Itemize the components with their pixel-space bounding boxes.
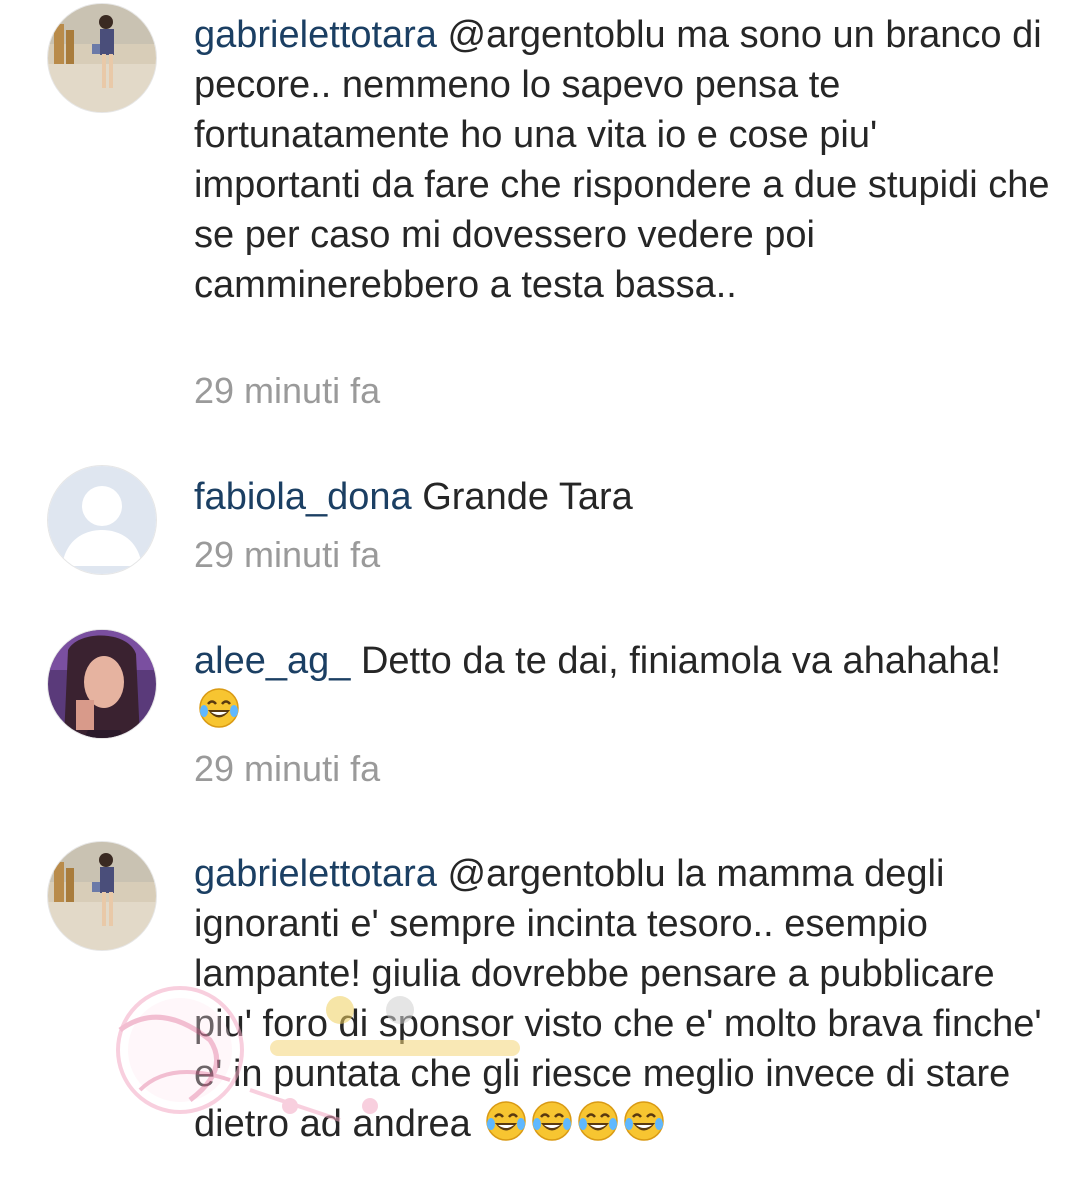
avatar[interactable] bbox=[48, 842, 156, 950]
tears-of-joy-emoji-icon bbox=[486, 1101, 527, 1141]
comment-username[interactable]: fabiola_dona bbox=[194, 476, 412, 518]
avatar[interactable] bbox=[48, 4, 156, 112]
avatar[interactable] bbox=[48, 630, 156, 738]
tears-of-joy-emoji-icon bbox=[532, 1101, 573, 1141]
comment-username[interactable]: gabrielettotara bbox=[194, 14, 437, 56]
comment-username[interactable]: gabrielettotara bbox=[194, 853, 437, 895]
comment-timestamp: 29 minuti fa bbox=[194, 370, 381, 411]
comment-body: Detto da te dai, finiamola va ahahaha! bbox=[360, 640, 1002, 682]
user-photo-icon bbox=[48, 630, 156, 738]
comment-timestamp: 29 minuti fa bbox=[194, 748, 381, 789]
tears-of-joy-emoji-icon bbox=[578, 1101, 619, 1141]
comment-body: @argentoblu ma sono un branco di pecore.… bbox=[194, 14, 1050, 306]
comment-text: gabrielettotara @argentoblu la mamma deg… bbox=[194, 849, 1054, 1149]
comment-timestamp: 29 minuti fa bbox=[194, 534, 381, 575]
avatar[interactable] bbox=[48, 466, 156, 574]
comment-username[interactable]: alee_ag_ bbox=[194, 640, 350, 682]
user-photo-icon bbox=[48, 4, 156, 112]
comment-body: Grande Tara bbox=[422, 476, 633, 518]
comment-text: gabrielettotara @argentoblu ma sono un b… bbox=[194, 10, 1054, 310]
user-photo-icon bbox=[48, 842, 156, 950]
default-user-icon bbox=[48, 466, 156, 574]
comment-text: fabiola_dona Grande Tara bbox=[194, 472, 1054, 522]
tears-of-joy-emoji-icon bbox=[199, 688, 239, 728]
tears-of-joy-emoji-icon bbox=[624, 1101, 665, 1141]
comment-text: alee_ag_ Detto da te dai, finiamola va a… bbox=[194, 636, 1054, 736]
